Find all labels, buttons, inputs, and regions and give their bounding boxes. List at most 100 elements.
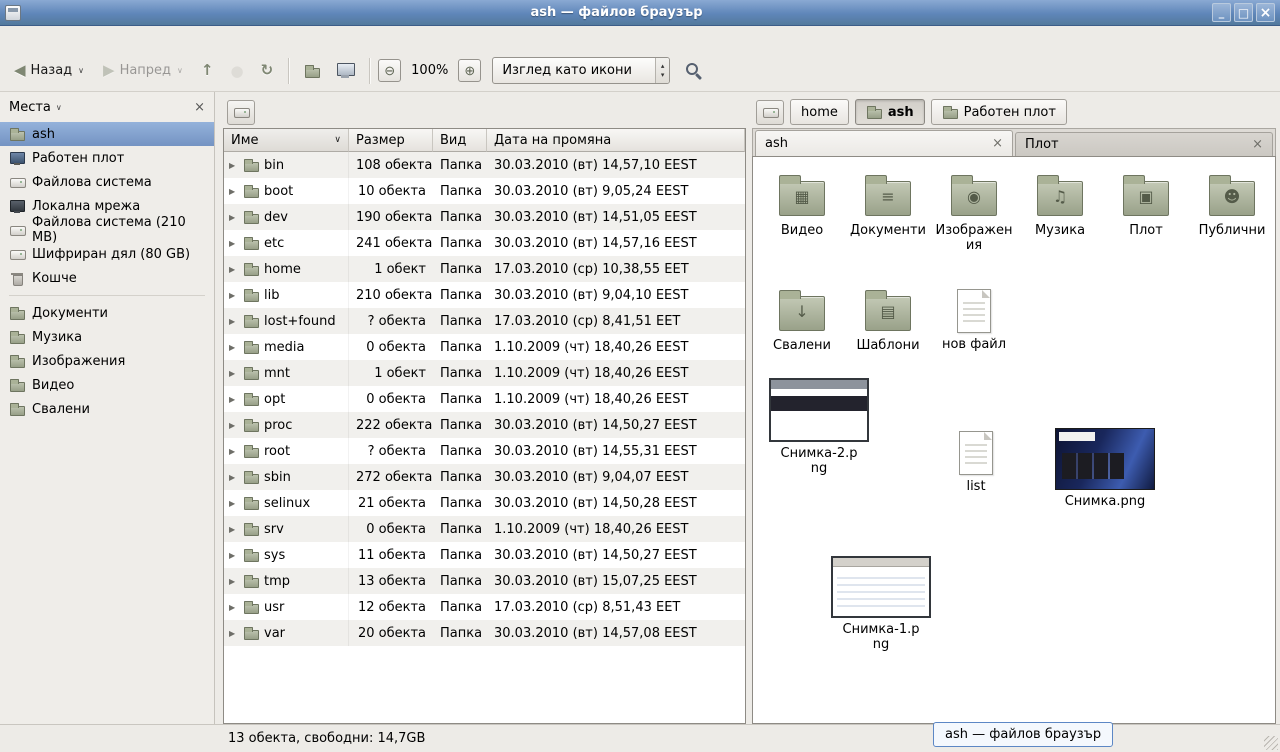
expander-icon[interactable]: ▶ <box>229 161 238 170</box>
titlebar[interactable]: ash — файлов браузър _ □ × <box>0 0 1280 26</box>
menu-item[interactable] <box>21 26 39 50</box>
file-row[interactable]: ▶ bin 108 обекта Папка 30.03.2010 (вт) 1… <box>224 152 745 178</box>
window-icon[interactable] <box>5 5 21 21</box>
sidebar-item[interactable]: Работен плот <box>0 146 214 170</box>
sidebar-title[interactable]: Места <box>9 100 51 115</box>
file-row[interactable]: ▶ lost+found ? обекта Папка 17.03.2010 (… <box>224 308 745 334</box>
computer-button[interactable] <box>330 56 361 86</box>
filesystem-root-button[interactable] <box>227 100 255 125</box>
file-row[interactable]: ▶ var 20 обекта Папка 30.03.2010 (вт) 14… <box>224 620 745 646</box>
file-row[interactable]: ▶ selinux 21 обекта Папка 30.03.2010 (вт… <box>224 490 745 516</box>
reload-button[interactable]: ↻ <box>254 56 281 86</box>
sidebar-item[interactable]: Шифриран дял (80 GB) <box>0 242 214 266</box>
file-row[interactable]: ▶ etc 241 обекта Папка 30.03.2010 (вт) 1… <box>224 230 745 256</box>
expander-icon[interactable]: ▶ <box>229 577 238 586</box>
expander-icon[interactable]: ▶ <box>229 187 238 196</box>
sidebar-item[interactable]: Документи <box>0 301 214 325</box>
menu-item[interactable] <box>75 26 93 50</box>
view-mode-select[interactable]: Изглед като икони ▴ ▾ <box>492 57 670 84</box>
sidebar-item[interactable]: Свалени <box>0 397 214 421</box>
file-row[interactable]: ▶ srv 0 обекта Папка 1.10.2009 (чт) 18,4… <box>224 516 745 542</box>
icon-view-item[interactable]: Снимка-1.png <box>829 552 933 657</box>
search-button[interactable] <box>673 56 707 86</box>
forward-button[interactable]: ▶ Напред ∨ <box>95 56 191 86</box>
expander-icon[interactable]: ▶ <box>229 239 238 248</box>
column-header-name[interactable]: Име ∨ <box>224 129 349 152</box>
expander-icon[interactable]: ▶ <box>229 473 238 482</box>
expander-icon[interactable]: ▶ <box>229 525 238 534</box>
menu-item[interactable] <box>57 26 75 50</box>
file-row[interactable]: ▶ media 0 обекта Папка 1.10.2009 (чт) 18… <box>224 334 745 360</box>
file-row[interactable]: ▶ sbin 272 обекта Папка 30.03.2010 (вт) … <box>224 464 745 490</box>
sidebar-item[interactable]: Кошче <box>0 266 214 290</box>
expander-icon[interactable]: ▶ <box>229 499 238 508</box>
file-row[interactable]: ▶ lib 210 обекта Папка 30.03.2010 (вт) 9… <box>224 282 745 308</box>
sidebar-item[interactable]: ash <box>0 122 214 146</box>
path-button[interactable]: home <box>790 99 849 125</box>
icon-view-item[interactable]: Снимка.png <box>1053 424 1157 514</box>
file-row[interactable]: ▶ usr 12 обекта Папка 17.03.2010 (ср) 8,… <box>224 594 745 620</box>
icon-view-item[interactable]: ♫ Музика <box>1017 169 1103 243</box>
icon-view-item[interactable]: ▣ Плот <box>1103 169 1189 243</box>
close-button[interactable]: × <box>1256 3 1275 22</box>
column-header-type[interactable]: Вид <box>433 129 487 152</box>
icon-view-item[interactable]: ◉ Изображения <box>931 169 1017 258</box>
expander-icon[interactable]: ▶ <box>229 421 238 430</box>
zoom-in-button[interactable]: ⊕ <box>458 59 481 82</box>
tab[interactable]: Плот × <box>1015 132 1273 156</box>
expander-icon[interactable]: ▶ <box>229 603 238 612</box>
filesystem-root-button[interactable] <box>756 100 784 125</box>
file-row[interactable]: ▶ home 1 обект Папка 17.03.2010 (ср) 10,… <box>224 256 745 282</box>
expander-icon[interactable]: ▶ <box>229 395 238 404</box>
sidebar-item[interactable]: Файлова система <box>0 170 214 194</box>
column-header-date[interactable]: Дата на промяна <box>487 129 745 152</box>
expander-icon[interactable]: ▶ <box>229 265 238 274</box>
file-row[interactable]: ▶ sys 11 обекта Папка 30.03.2010 (вт) 14… <box>224 542 745 568</box>
expander-icon[interactable]: ▶ <box>229 317 238 326</box>
menu-item[interactable] <box>93 26 111 50</box>
menu-item[interactable] <box>39 26 57 50</box>
maximize-button[interactable]: □ <box>1234 3 1253 22</box>
view-mode-steppers[interactable]: ▴ ▾ <box>655 58 670 83</box>
sidebar-item[interactable]: Музика <box>0 325 214 349</box>
sidebar-item[interactable]: Изображения <box>0 349 214 373</box>
tab[interactable]: ash × <box>755 130 1013 156</box>
file-row[interactable]: ▶ proc 222 обекта Папка 30.03.2010 (вт) … <box>224 412 745 438</box>
expander-icon[interactable]: ▶ <box>229 213 238 222</box>
sidebar-close-button[interactable]: × <box>194 100 205 115</box>
stop-button[interactable]: ● <box>223 56 250 86</box>
expander-icon[interactable]: ▶ <box>229 343 238 352</box>
file-row[interactable]: ▶ dev 190 обекта Папка 30.03.2010 (вт) 1… <box>224 204 745 230</box>
tab-close-icon[interactable]: × <box>984 136 1003 151</box>
menu-item[interactable] <box>3 26 21 50</box>
icon-view-item[interactable]: ▤ Шаблони <box>845 284 931 358</box>
expander-icon[interactable]: ▶ <box>229 629 238 638</box>
expander-icon[interactable]: ▶ <box>229 551 238 560</box>
icon-view-item[interactable]: ≡ Документи <box>845 169 931 243</box>
icon-view-item[interactable]: ☻ Публични <box>1189 169 1275 243</box>
column-header-size[interactable]: Размер <box>349 129 433 152</box>
expander-icon[interactable]: ▶ <box>229 369 238 378</box>
sidebar-item[interactable]: Файлова система (210 MB) <box>0 218 214 242</box>
tab-close-icon[interactable]: × <box>1244 137 1263 152</box>
home-button[interactable] <box>297 56 327 86</box>
resize-grip[interactable] <box>1264 736 1278 750</box>
icon-view-item[interactable]: Снимка-2.png <box>767 374 871 481</box>
icon-view-item[interactable]: ▦ Видео <box>759 169 845 243</box>
file-row[interactable]: ▶ boot 10 обекта Папка 30.03.2010 (вт) 9… <box>224 178 745 204</box>
icon-view-item[interactable]: нов файл <box>931 284 1017 357</box>
file-row[interactable]: ▶ opt 0 обекта Папка 1.10.2009 (чт) 18,4… <box>224 386 745 412</box>
path-button[interactable]: ash <box>855 99 925 125</box>
back-button[interactable]: ◀ Назад ∨ <box>6 56 92 86</box>
file-row[interactable]: ▶ root ? обекта Папка 30.03.2010 (вт) 14… <box>224 438 745 464</box>
expander-icon[interactable]: ▶ <box>229 447 238 456</box>
minimize-button[interactable]: _ <box>1212 3 1231 22</box>
file-row[interactable]: ▶ mnt 1 обект Папка 1.10.2009 (чт) 18,40… <box>224 360 745 386</box>
up-button[interactable]: ↑ <box>194 56 221 86</box>
sidebar-item[interactable]: Видео <box>0 373 214 397</box>
path-button[interactable]: Работен плот <box>931 99 1067 125</box>
icon-view-item[interactable]: ↓ Свалени <box>759 284 845 358</box>
file-row[interactable]: ▶ tmp 13 обекта Папка 30.03.2010 (вт) 15… <box>224 568 745 594</box>
icon-view-item[interactable]: list <box>957 426 995 499</box>
expander-icon[interactable]: ▶ <box>229 291 238 300</box>
